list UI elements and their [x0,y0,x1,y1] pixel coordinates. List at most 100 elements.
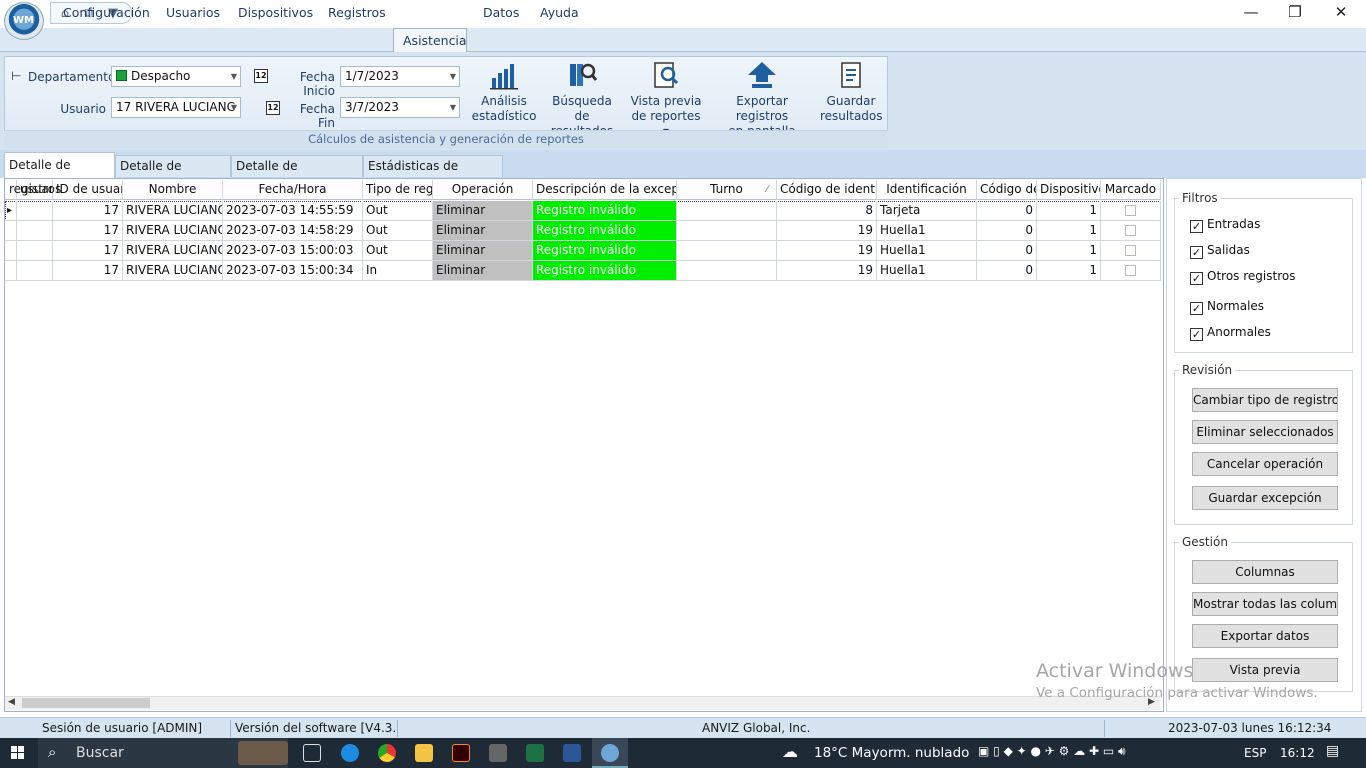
col-tipo-registro[interactable]: Tipo de regis [363,180,433,200]
filtro-normales[interactable]: ✓ Normales [1190,299,1264,315]
col-id-usuario[interactable]: ID de usuario [53,180,123,200]
cancelar-operacion-button[interactable]: Cancelar operación [1192,452,1338,476]
departamento-select[interactable]: Despacho ▼ [111,66,241,87]
col-turno[interactable]: Turno ⁄ [677,180,777,200]
checkbox-icon[interactable] [1125,225,1136,236]
busqueda-resultados-button[interactable]: Búsqueda deresultados [544,60,620,139]
filtro-label: Normales [1207,299,1265,313]
marcado-checkbox[interactable] [1101,241,1161,261]
vista-previa-reportes-button[interactable]: Vista previade reportes ▾ [628,60,704,139]
menu-asistencia[interactable]: Asistencia [403,33,467,48]
tab-detalle-registros[interactable]: Detalle de registros [4,152,115,196]
windows-start-button[interactable] [0,738,36,768]
checkbox-checked-icon[interactable]: ✓ [1190,220,1203,233]
logo-text: WM [13,15,34,26]
cell-dispositivo: 1 [1037,241,1101,261]
close-button[interactable]: ✕ [1318,0,1364,26]
menu-dispositivos[interactable]: Dispositivos [238,5,313,20]
fecha-inicio-value: 1/7/2023 [345,69,399,83]
table-row[interactable]: 17 RIVERA LUCIANO 2023-07-03 14:58:29 Out El… [5,221,1161,241]
col-codigo-identificacion[interactable]: Código de identifi [777,180,877,200]
chevron-down-icon: ▼ [449,72,456,81]
marcado-checkbox[interactable] [1101,221,1161,241]
columnas-button[interactable]: Columnas [1192,560,1338,584]
tab-detalle-asistencia[interactable]: Detalle de asistencia [115,155,231,194]
menu-registros[interactable]: Registros [328,5,386,20]
horizontal-scrollbar[interactable] [5,696,1160,710]
notifications-icon[interactable]: ▤ [1326,743,1339,759]
cell-id: 17 [53,201,123,221]
checkbox-icon[interactable] [1125,265,1136,276]
checkbox-icon[interactable] [1125,245,1136,256]
book-search-icon [570,63,598,86]
cell-turno [677,241,777,261]
scrollbar-thumb[interactable] [22,698,150,708]
minimize-button[interactable]: — [1228,0,1274,26]
exportar-datos-button[interactable]: Exportar datos [1192,624,1338,648]
col-nombre[interactable]: Nombre [123,180,223,200]
fecha-inicio-label: Fecha Inicio [299,70,335,98]
excel-icon[interactable] [526,744,544,762]
word-icon[interactable] [563,744,581,762]
checkbox-checked-icon[interactable]: ✓ [1190,246,1203,259]
app-logo-icon[interactable]: WM [4,2,44,40]
exportar-registros-button[interactable]: Exportar registrosen pantalla [712,60,812,139]
checkbox-icon[interactable] [1125,205,1136,216]
filtro-salidas[interactable]: ✓ Salidas [1190,243,1250,259]
tab-estadisticas-asistencia[interactable]: Estádisticas de asistencia [363,155,503,194]
edge-icon[interactable] [341,744,359,762]
tab-detalle-excepciones[interactable]: Detalle de excepciones [231,155,363,194]
col-marcado[interactable]: Marcado [1101,180,1161,200]
status-separator [230,720,231,737]
col-operacion[interactable]: Operación [433,180,533,200]
col-fecha-hora[interactable]: Fecha/Hora [223,180,363,200]
marcado-checkbox[interactable] [1101,261,1161,281]
illustrator-icon[interactable] [452,744,470,762]
usuario-select[interactable]: 17 RIVERA LUCIANC ▼ [111,97,241,118]
marcado-checkbox[interactable] [1101,201,1161,221]
clock[interactable]: 16:12 [1280,746,1315,760]
vista-previa-button[interactable]: Vista previa [1192,658,1338,682]
eliminar-seleccionados-button[interactable]: Eliminar seleccionados [1192,420,1338,444]
weather-text[interactable]: 18°C Mayorm. nublado [814,745,969,761]
tray-icons[interactable]: ▣ ▯ ◆ ✦ ● ✈ ⚙ ☁ ✚ ▭ 🔊︎ [978,744,1126,759]
chrome-icon[interactable] [378,744,396,762]
fecha-fin-input[interactable]: 3/7/2023 ▼ [340,97,460,118]
language-indicator[interactable]: ESP [1244,746,1266,760]
cambiar-tipo-registro-button[interactable]: Cambiar tipo de registro [1192,388,1338,412]
filtro-anormales[interactable]: ✓ Anormales [1190,325,1271,341]
mostrar-todas-columnas-button[interactable]: Mostrar todas las columnas [1192,592,1338,616]
cell-codigo-de: 0 [977,261,1037,281]
menu-ayuda[interactable]: Ayuda [540,5,579,20]
col-dispositivo[interactable]: Dispositivo [1037,180,1101,200]
table-row[interactable]: ▸ 17 RIVERA LUCIANO 2023-07-03 14:55:59 Out E… [5,201,1161,221]
guardar-excepcion-button[interactable]: Guardar excepción [1192,486,1338,510]
chevron-down-icon: ▼ [449,103,456,112]
calculator-icon[interactable] [489,744,507,762]
col-codigo-de[interactable]: Código de [977,180,1037,200]
checkbox-checked-icon[interactable]: ✓ [1190,272,1203,285]
bar-chart-icon [490,64,518,90]
cell-operacion: Eliminar [433,201,533,221]
checkbox-checked-icon[interactable]: ✓ [1190,302,1203,315]
analisis-estadistico-button[interactable]: Análisis estadístico [470,60,538,124]
menu-datos[interactable]: Datos [483,5,519,20]
maximize-button[interactable]: ❐ [1272,0,1318,26]
scroll-left-icon[interactable]: ◀ [8,697,15,707]
table-row[interactable]: 17 RIVERA LUCIANO 2023-07-03 15:00:34 In Eli… [5,261,1161,281]
col-descripcion[interactable]: Descripción de la excepción [533,180,677,200]
col-identificacion[interactable]: Identificación [877,180,977,200]
activation-watermark-title: Activar Windows [1036,660,1194,682]
cell-nombre: RIVERA LUCIANO [123,201,223,221]
filtro-entradas[interactable]: ✓ Entradas [1190,217,1260,233]
task-view-icon[interactable] [303,744,321,762]
guardar-resultados-button[interactable]: Guardar resultados [820,60,883,124]
taskbar-search-box[interactable]: ⌕ Buscar [38,738,288,768]
file-explorer-icon[interactable] [415,744,433,762]
table-row[interactable]: 17 RIVERA LUCIANO 2023-07-03 15:00:03 Out El… [5,241,1161,261]
checkbox-checked-icon[interactable]: ✓ [1190,328,1203,341]
fecha-inicio-input[interactable]: 1/7/2023 ▼ [340,66,460,87]
menu-usuarios[interactable]: Usuarios [166,5,220,20]
filtro-otros-registros[interactable]: ✓ Otros registros [1190,269,1295,285]
menu-configuracion[interactable]: Configuración [63,5,150,20]
